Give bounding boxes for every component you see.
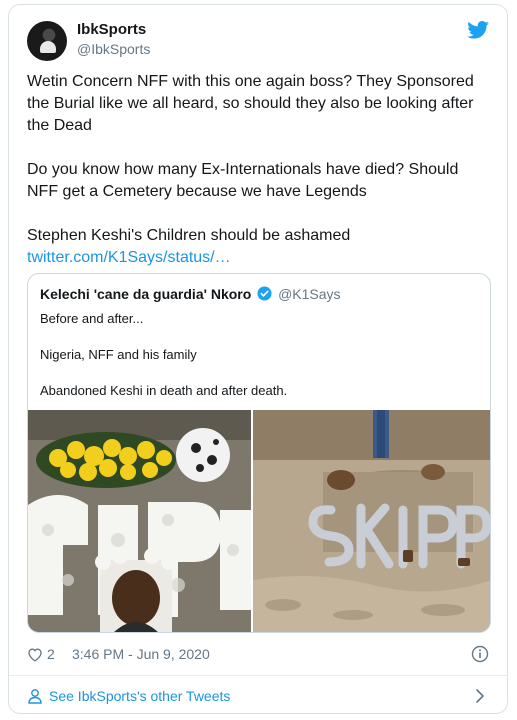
like-count[interactable]: 2	[47, 646, 55, 662]
chevron-right-icon[interactable]	[475, 688, 485, 704]
author-handle[interactable]: @IbkSports	[77, 40, 150, 58]
timestamp[interactable]: 3:46 PM - Jun 9, 2020	[72, 646, 210, 662]
quoted-text-line: Abandoned Keshi in death and after death…	[40, 383, 288, 398]
quoted-display-name[interactable]: Kelechi 'cane da guardia' Nkoro	[40, 286, 251, 302]
divider	[9, 675, 507, 676]
quoted-tweet[interactable]: Kelechi 'cane da guardia' Nkoro @K1Says …	[27, 273, 491, 633]
quoted-media[interactable]	[28, 410, 490, 632]
tweet-paragraph: Do you know how many Ex-Internationals h…	[27, 161, 459, 200]
quoted-tweet-link[interactable]: twitter.com/K1Says/status/…	[27, 247, 491, 269]
quoted-tweet-header: Kelechi 'cane da guardia' Nkoro @K1Says	[40, 285, 341, 303]
tweet-paragraph: Stephen Keshi's Children should be asham…	[27, 227, 351, 244]
quoted-handle[interactable]: @K1Says	[278, 286, 340, 302]
see-more-tweets[interactable]: See IbkSports's other Tweets	[27, 685, 491, 709]
author-names[interactable]: IbkSports @IbkSports	[77, 20, 150, 58]
quoted-text-line: Before and after...	[40, 311, 144, 326]
see-more-link[interactable]: See IbkSports's other Tweets	[49, 688, 230, 704]
avatar[interactable]	[27, 21, 67, 61]
embedded-tweet-card: IbkSports @IbkSports Wetin Concern NFF w…	[8, 4, 508, 714]
tweet-text: Wetin Concern NFF with this one again bo…	[27, 71, 491, 269]
twitter-bird-icon[interactable]	[467, 21, 489, 39]
tweet-header: IbkSports @IbkSports	[27, 19, 489, 63]
heart-icon[interactable]	[27, 647, 43, 662]
verified-badge-icon	[257, 286, 272, 301]
quoted-text-line: Nigeria, NFF and his family	[40, 347, 197, 362]
info-icon[interactable]	[471, 645, 489, 663]
person-icon	[28, 689, 42, 704]
photo-flower-wreath[interactable]	[28, 410, 251, 632]
tweet-paragraph: Wetin Concern NFF with this one again bo…	[27, 73, 474, 134]
display-name[interactable]: IbkSports	[77, 20, 150, 40]
photo-abandoned-grave[interactable]	[253, 410, 490, 632]
